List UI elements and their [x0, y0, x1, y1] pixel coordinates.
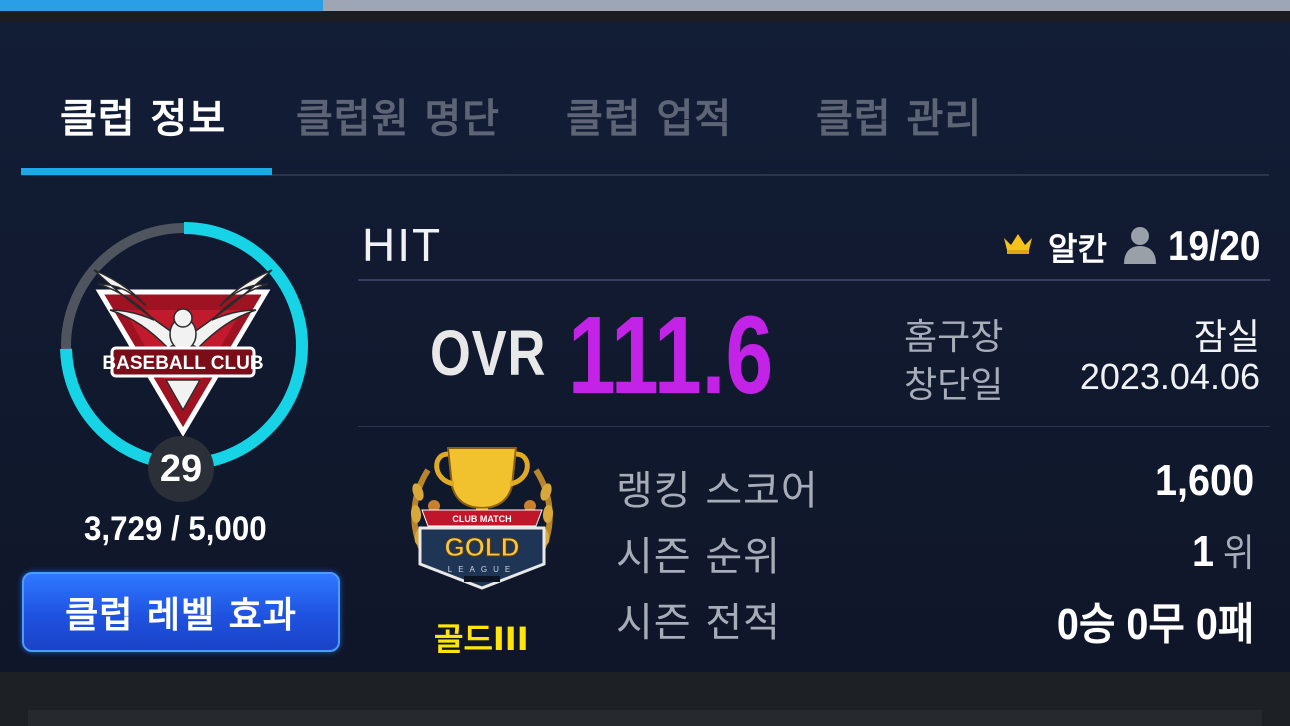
badge-main-text: GOLD: [444, 532, 519, 562]
tab-club-info[interactable]: 클럽 정보: [60, 86, 226, 144]
tab-club-members[interactable]: 클럽원 명단: [296, 86, 500, 144]
badge-sub-text: LEAGUE: [448, 565, 516, 574]
founded-date-value: 2023.04.06: [1079, 356, 1260, 397]
founded-date-label: 창단일: [904, 365, 1004, 406]
league-tier: 골드III: [434, 620, 529, 658]
club-member-count: 19/20: [1168, 222, 1261, 269]
person-icon: [1124, 227, 1156, 264]
season-record-label: 시즌 전적: [616, 600, 781, 646]
season-record-value: 0승 0무 0패: [1056, 600, 1254, 649]
ranking-score-value: 1,600: [1154, 456, 1254, 505]
badge-top-text: CLUB MATCH: [452, 514, 511, 524]
season-rank: 1위: [1191, 522, 1254, 577]
tab-club-achievements[interactable]: 클럽 업적: [566, 86, 732, 144]
ranking-score-label: 랭킹 스코어: [616, 468, 819, 514]
divider-top: [358, 279, 1270, 281]
season-rank-value: 1: [1191, 527, 1214, 576]
tab-active-indicator: [21, 168, 272, 175]
loading-progress-fill: [0, 0, 323, 11]
ovr-label: OVR: [430, 317, 547, 389]
home-stadium-label: 홈구장: [904, 317, 1004, 358]
emblem-text: BASEBALL CLUB: [102, 353, 263, 374]
club-master-name: 알칸: [1048, 230, 1107, 268]
ovr-value: 111.6: [568, 294, 774, 417]
club-name: HIT: [362, 219, 443, 271]
gold-league-trophy: CLUB MATCH GOLD LEAGUE: [410, 447, 554, 590]
season-rank-unit: 위: [1222, 531, 1254, 575]
tab-club-management[interactable]: 클럽 관리: [816, 86, 982, 144]
bottom-inner-panel: [28, 710, 1262, 726]
club-level-badge: 29: [148, 436, 214, 502]
home-stadium-value: 잠실: [1193, 316, 1260, 357]
loading-progress-track: [0, 0, 1290, 11]
crown-icon: [1004, 234, 1032, 254]
club-level-effect-button[interactable]: 클럽 레벨 효과: [22, 572, 340, 652]
divider-middle: [358, 426, 1270, 427]
club-emblem: BASEBALL CLUB: [93, 269, 273, 437]
club-exp-text: 3,729 / 5,000: [84, 510, 267, 548]
season-rank-label: 시즌 순위: [616, 534, 781, 580]
